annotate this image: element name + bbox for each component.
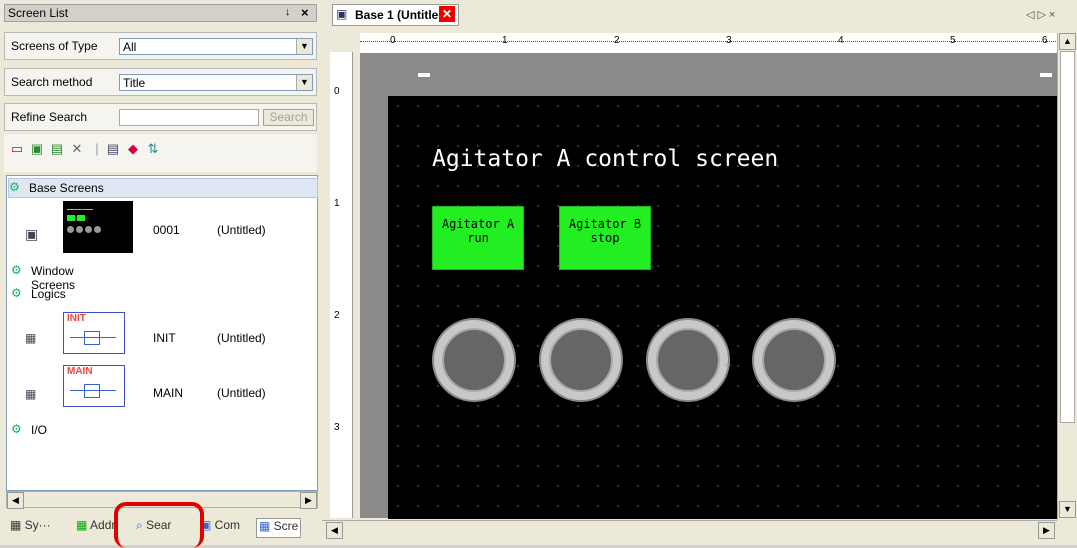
logic-name: INIT (153, 331, 176, 345)
editor-panel: ▣ Base 1 (Untitled) ✕ ◁ ▷ × 0 1 2 3 4 5 … (322, 0, 1077, 545)
list-view-icon[interactable]: ▤ (106, 142, 120, 156)
scroll-right-icon[interactable]: ▶ (300, 492, 317, 509)
scroll-thumb[interactable] (1060, 51, 1075, 423)
screen-list-panel: Screen List ↓ × Screens of Type All ▼ Se… (0, 0, 322, 548)
logic-title: (Untitled) (217, 331, 266, 345)
logic-title: (Untitled) (217, 386, 266, 400)
close-icon[interactable]: × (301, 5, 309, 20)
search-method-row: Search method Title ▼ (4, 68, 317, 96)
screen-list-toolbar: ▭ ▣ ▤ ✕ | ▤ ◆ ⇅ (4, 134, 317, 172)
tab-nav-icons[interactable]: ◁ ▷ × (1026, 8, 1055, 21)
horizontal-scrollbar[interactable]: ◀ ▶ (322, 520, 1057, 539)
screen-work-area[interactable]: Agitator A control screen Agitator A run… (388, 96, 1068, 519)
scroll-left-icon[interactable]: ◀ (7, 492, 24, 509)
screens-of-type-select[interactable]: All ▼ (119, 38, 313, 55)
tab-address[interactable]: ▦ Addr (76, 518, 115, 536)
search-button[interactable]: Search (263, 109, 314, 126)
logic-thumbnail-main[interactable]: MAIN (63, 365, 125, 407)
scroll-up-icon[interactable]: ▲ (1059, 33, 1076, 50)
sort-icon[interactable]: ⇅ (146, 142, 160, 156)
folder-icon: ⚙ (9, 180, 20, 194)
scroll-down-icon[interactable]: ▼ (1059, 501, 1076, 518)
paste-screen-icon[interactable]: ▤ (50, 142, 64, 156)
logic-icon: ▦ (25, 331, 37, 345)
close-icon[interactable]: ✕ (439, 6, 455, 22)
folder-icon: ⚙ (11, 286, 22, 300)
refine-search-row: Refine Search Search (4, 103, 317, 131)
screen-icon: ▣ (25, 226, 39, 242)
screens-of-type-value: All (123, 40, 137, 54)
lamp-1[interactable] (432, 318, 516, 402)
screen-list-icon: ▦ (259, 519, 274, 533)
tree-base-screens[interactable]: ⚙ Base Screens (8, 178, 318, 198)
scroll-left-icon[interactable]: ◀ (326, 522, 343, 539)
base-screen-thumbnail[interactable] (63, 201, 133, 253)
base-screen-title: (Untitled) (217, 223, 266, 237)
new-screen-icon[interactable]: ▭ (10, 142, 24, 156)
editor-tab[interactable]: ▣ Base 1 (Untitled) ✕ (332, 4, 459, 26)
panel-titlebar: Screen List ↓ × (4, 4, 317, 22)
search-method-value: Title (123, 76, 146, 90)
resize-handle[interactable] (418, 73, 430, 77)
vertical-scrollbar[interactable]: ▲ ▼ (1057, 33, 1076, 520)
vertical-ruler: 0 1 2 3 (330, 52, 353, 518)
lamp-4[interactable] (752, 318, 836, 402)
copy-screen-icon[interactable]: ▣ (30, 142, 44, 156)
base-screen-number: 0001 (153, 223, 180, 237)
logic-thumbnail-init[interactable]: INIT (63, 312, 125, 354)
lamp-3[interactable] (646, 318, 730, 402)
highlight-annotation (114, 502, 204, 548)
delete-icon[interactable]: ✕ (70, 142, 84, 156)
lamp-2[interactable] (539, 318, 623, 402)
tab-comment[interactable]: ▣ Com (200, 518, 240, 536)
switch-agitator-a[interactable]: Agitator A run (432, 206, 524, 270)
crosshair-icon: + (724, 358, 732, 372)
search-method-label: Search method (11, 75, 93, 89)
screen-title-text[interactable]: Agitator A control screen (432, 146, 778, 172)
separator: | (95, 141, 99, 156)
pin-icon[interactable]: ↓ (285, 6, 291, 18)
resize-handle[interactable] (1040, 73, 1052, 77)
search-method-select[interactable]: Title ▼ (119, 74, 313, 91)
scroll-right-icon[interactable]: ▶ (1038, 522, 1055, 539)
refine-search-label: Refine Search (11, 110, 88, 124)
folder-icon: ⚙ (11, 263, 22, 277)
screen-icon: ▣ (336, 7, 348, 21)
screens-of-type-row: Screens of Type All ▼ (4, 32, 317, 60)
tab-system[interactable]: ▦ Sy··· (10, 518, 51, 536)
horizontal-ruler: 0 1 2 3 4 5 6 (360, 33, 1062, 54)
screen-tree: ⚙ Base Screens ▣ 0001 (Untitled) ⚙ Windo… (6, 175, 318, 491)
properties-icon[interactable]: ◆ (126, 142, 140, 156)
chevron-down-icon[interactable]: ▼ (296, 75, 312, 90)
logic-icon: ▦ (25, 387, 37, 401)
tab-screen-list[interactable]: ▦ Scre (256, 518, 302, 538)
logic-name: MAIN (153, 386, 183, 400)
screens-of-type-label: Screens of Type (11, 39, 98, 53)
folder-icon: ⚙ (11, 422, 22, 436)
chevron-down-icon[interactable]: ▼ (296, 39, 312, 54)
editor-tab-title: Base 1 (Untitled) (355, 8, 450, 22)
system-icon: ▦ (10, 518, 25, 532)
address-icon: ▦ (76, 518, 91, 532)
switch-agitator-b[interactable]: Agitator B stop (559, 206, 651, 270)
refine-search-input[interactable] (119, 109, 259, 126)
panel-title: Screen List (8, 6, 69, 20)
